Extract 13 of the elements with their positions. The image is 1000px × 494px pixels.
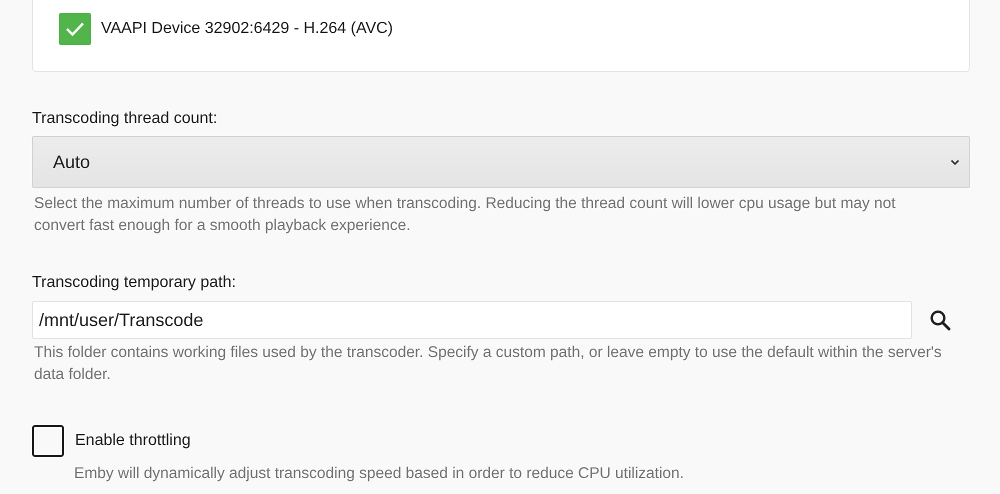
select-field[interactable]: Auto: [32, 136, 970, 188]
path-input[interactable]: /mnt/user/Transcode: [32, 301, 912, 339]
field-label: Transcoding thread count:: [32, 109, 218, 129]
help-text: Select the maximum number of threads to use when transcoding. Reducing the thread count will lower cpu usage but may not convert fast enough for a smooth playback experience.: [33, 194, 897, 236]
checkbox[interactable]: [59, 13, 91, 45]
field-label: Transcoding temporary path:: [32, 273, 237, 293]
help-text: This folder contains working files used by the transcoder. Specify a custom path, or leave empty to use the default within the server's data folder.: [33, 343, 943, 385]
check-icon: [65, 21, 85, 37]
checkbox-label: VAAPI Device 32902:6429 - H.264 (AVC): [101, 20, 393, 38]
checkbox-label: Enable throttling: [75, 432, 191, 450]
checkbox[interactable]: [32, 425, 64, 457]
chevron-down-icon: [950, 158, 960, 166]
help-text: Emby will dynamically adjust transcoding speed based in order to reduce CPU utilization.: [73, 464, 685, 484]
